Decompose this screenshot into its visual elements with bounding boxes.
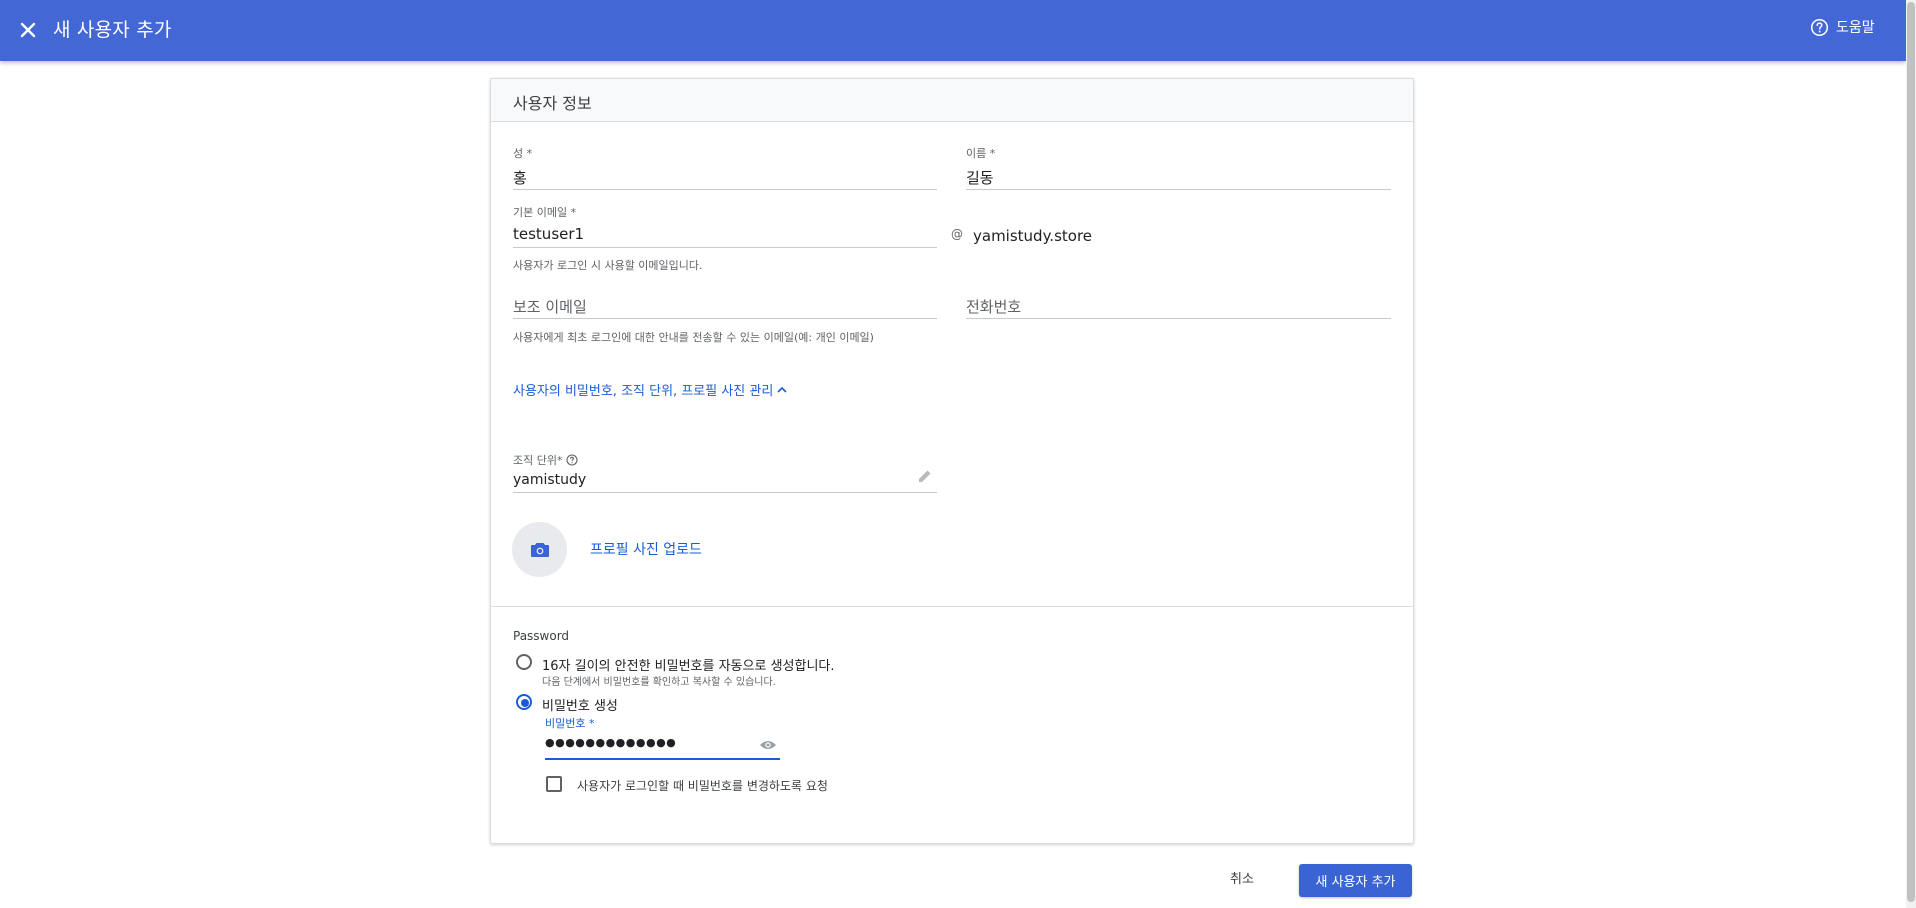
create-password-option-label: 비밀번호 생성 xyxy=(542,699,618,714)
org-unit-underline xyxy=(513,492,937,493)
edit-pencil-icon[interactable] xyxy=(917,468,933,484)
section-title: 사용자 정보 xyxy=(513,94,592,113)
secondary-email-hint: 사용자에게 최초 로그인에 대한 안내를 전송할 수 있는 이메일(예: 개인 … xyxy=(513,331,874,344)
password-section-label: Password xyxy=(513,629,570,643)
close-button[interactable] xyxy=(14,16,42,44)
secondary-email-underline xyxy=(513,318,937,319)
help-icon xyxy=(1810,18,1829,36)
help-button[interactable]: 도움말 xyxy=(1810,17,1875,37)
section-divider xyxy=(491,606,1413,607)
primary-email-hint: 사용자가 로그인 시 사용할 이메일입니다. xyxy=(513,259,703,272)
card-header: 사용자 정보 xyxy=(491,79,1413,122)
eye-icon[interactable] xyxy=(759,739,777,751)
profile-photo-avatar[interactable] xyxy=(512,522,567,577)
radio-create-password[interactable] xyxy=(516,694,532,710)
org-unit-label: 조직 단위* xyxy=(513,454,563,467)
email-domain[interactable]: yamistudy.store xyxy=(973,227,1092,245)
first-name-underline xyxy=(966,189,1391,190)
page-title: 새 사용자 추가 xyxy=(53,19,172,41)
password-underline xyxy=(545,758,780,760)
manage-settings-label: 사용자의 비밀번호, 조직 단위, 프로필 사진 관리 xyxy=(513,384,774,399)
primary-email-label: 기본 이메일 * xyxy=(513,206,577,219)
help-circle-icon[interactable] xyxy=(566,454,579,466)
manage-settings-link[interactable]: 사용자의 비밀번호, 조직 단위, 프로필 사진 관리 xyxy=(513,380,787,399)
phone-underline xyxy=(966,318,1391,319)
last-name-label: 성 * xyxy=(513,147,533,160)
primary-email-input[interactable]: testuser1 xyxy=(513,225,584,243)
camera-icon xyxy=(530,542,549,557)
help-label: 도움말 xyxy=(1836,20,1875,36)
at-sign: @ xyxy=(951,227,963,241)
first-name-input[interactable]: 길동 xyxy=(966,167,994,188)
app-header: 새 사용자 추가 도움말 xyxy=(0,0,1906,61)
last-name-input[interactable]: 홍 xyxy=(513,167,527,188)
org-unit-value[interactable]: yamistudy xyxy=(513,472,586,488)
require-password-change-label: 사용자가 로그인할 때 비밀번호를 변경하도록 요청 xyxy=(577,779,828,793)
cancel-button[interactable]: 취소 xyxy=(1230,868,1254,887)
phone-input[interactable]: 전화번호 xyxy=(966,296,1021,317)
auto-password-hint: 다음 단계에서 비밀번호를 확인하고 복사할 수 있습니다. xyxy=(542,677,776,688)
secondary-email-input[interactable]: 보조 이메일 xyxy=(513,296,587,317)
auto-password-option-label: 16자 길이의 안전한 비밀번호를 자동으로 생성합니다. xyxy=(542,659,835,674)
require-password-change-checkbox[interactable] xyxy=(546,776,562,792)
user-info-card: 사용자 정보 성 * 홍 이름 * 길동 기본 이메일 * testuser1 … xyxy=(490,78,1414,844)
upload-profile-photo-link[interactable]: 프로필 사진 업로드 xyxy=(590,539,702,559)
vertical-scrollbar[interactable] xyxy=(1906,0,1916,908)
radio-auto-password[interactable] xyxy=(516,654,532,670)
last-name-underline xyxy=(513,189,937,190)
close-icon xyxy=(20,22,36,38)
password-input[interactable]: ●●●●●●●●●●●●● xyxy=(545,736,676,749)
chevron-up-icon xyxy=(777,386,787,393)
first-name-label: 이름 * xyxy=(966,147,996,160)
scrollbar-thumb[interactable] xyxy=(1907,2,1915,902)
password-field-label: 비밀번호 * xyxy=(545,717,595,730)
primary-email-underline xyxy=(513,247,937,248)
org-unit-label-row: 조직 단위* xyxy=(513,452,579,468)
add-user-button[interactable]: 새 사용자 추가 xyxy=(1299,864,1412,897)
